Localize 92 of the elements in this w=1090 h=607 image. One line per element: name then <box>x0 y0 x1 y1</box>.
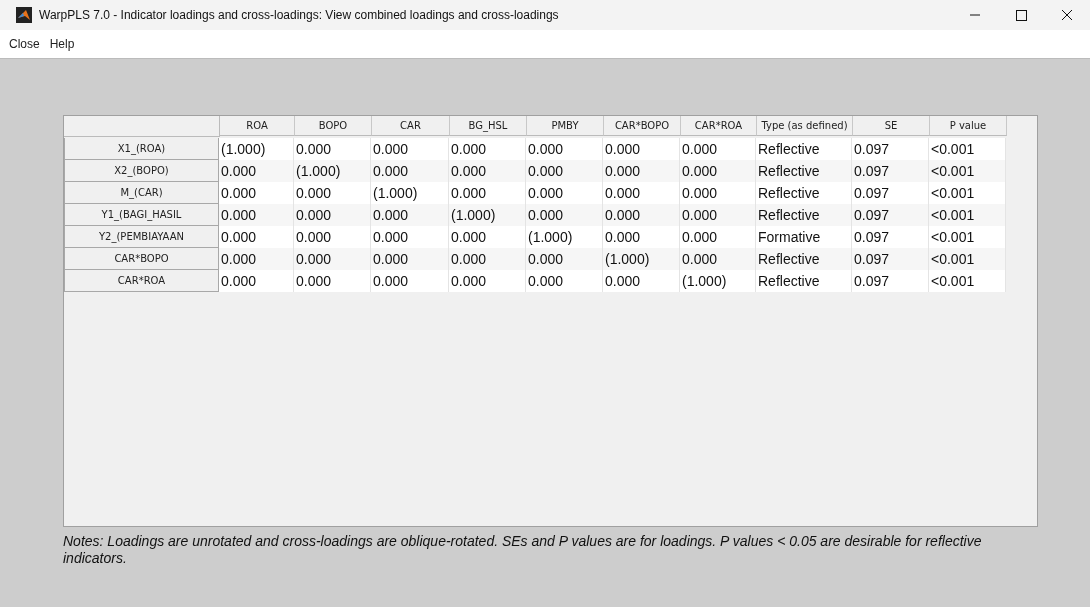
column-header: BOPO <box>295 116 372 136</box>
table-cell: <0.001 <box>929 138 1006 160</box>
table-cell: 0.000 <box>449 160 526 182</box>
row-header: M_(CAR) <box>64 182 219 204</box>
table-cell: <0.001 <box>929 226 1006 248</box>
menu-item[interactable]: Help <box>44 37 80 51</box>
table-cell: <0.001 <box>929 270 1006 292</box>
table-cell: 0.000 <box>371 138 449 160</box>
table-cell: 0.000 <box>449 138 526 160</box>
table-cell: 0.000 <box>680 204 756 226</box>
column-header: PMBY <box>527 116 604 136</box>
table-cell: (1.000) <box>371 182 449 204</box>
column-header: CAR <box>372 116 450 136</box>
table-cell: 0.000 <box>219 248 294 270</box>
window-title: WarpPLS 7.0 - Indicator loadings and cross-loadings: View combined loadings and cross-loadings <box>39 8 560 22</box>
table-cell: 0.097 <box>852 248 929 270</box>
table-cell: 0.000 <box>449 182 526 204</box>
table-cell: 0.000 <box>526 138 603 160</box>
table-cell: Reflective <box>756 248 852 270</box>
table-cell: (1.000) <box>526 226 603 248</box>
row-header: CAR*ROA <box>64 270 219 292</box>
column-header: Type (as defined) <box>757 116 853 136</box>
table-cell: (1.000) <box>219 138 294 160</box>
app-logo-icon <box>16 7 32 23</box>
notes-text: Notes: Loadings are unrotated and cross-loadings are oblique-rotated. SEs and P values are for loadings. P values < 0.05 are desirable for reflective indicators. <box>63 533 983 567</box>
table-cell: 0.000 <box>526 248 603 270</box>
table-cell: (1.000) <box>294 160 371 182</box>
table-cell: 0.000 <box>603 160 680 182</box>
table-cell: 0.097 <box>852 138 929 160</box>
row-header: X2_(BOPO) <box>64 160 219 182</box>
table-cell: 0.000 <box>449 226 526 248</box>
table-cell: (1.000) <box>603 248 680 270</box>
table-cell: 0.000 <box>603 182 680 204</box>
table-cell: 0.000 <box>680 248 756 270</box>
column-header: P value <box>930 116 1007 136</box>
row-header: X1_(ROA) <box>64 138 219 160</box>
table-cell: 0.000 <box>219 182 294 204</box>
table-cell: 0.000 <box>294 138 371 160</box>
table-cell: 0.097 <box>852 270 929 292</box>
table-cell: 0.000 <box>449 248 526 270</box>
table-cell: <0.001 <box>929 182 1006 204</box>
table-cell: 0.000 <box>603 204 680 226</box>
table-cell: 0.000 <box>526 270 603 292</box>
column-header: SE <box>853 116 930 136</box>
table-cell: 0.097 <box>852 182 929 204</box>
column-header: BG_HSL <box>450 116 527 136</box>
table-cell: 0.000 <box>371 248 449 270</box>
table-cell: 0.097 <box>852 160 929 182</box>
table-cell: 0.000 <box>603 138 680 160</box>
table-cell: 0.000 <box>680 138 756 160</box>
table-cell: 0.000 <box>219 160 294 182</box>
table-cell: 0.000 <box>371 160 449 182</box>
table-cell: 0.000 <box>526 160 603 182</box>
table-cell: 0.000 <box>294 248 371 270</box>
table-cell: 0.000 <box>371 204 449 226</box>
table-cell: <0.001 <box>929 160 1006 182</box>
table-cell: (1.000) <box>449 204 526 226</box>
menu-item[interactable]: Close <box>4 37 45 51</box>
table-cell: Reflective <box>756 182 852 204</box>
table-cell: 0.097 <box>852 226 929 248</box>
column-header: CAR*BOPO <box>604 116 681 136</box>
table-cell: (1.000) <box>680 270 756 292</box>
table-cell: 0.000 <box>219 270 294 292</box>
table-cell: <0.001 <box>929 204 1006 226</box>
row-header: Y2_(PEMBIAYAAN <box>64 226 219 248</box>
table-cell: 0.000 <box>294 270 371 292</box>
table-cell: Reflective <box>756 138 852 160</box>
table-cell: 0.000 <box>680 226 756 248</box>
table-cell: 0.000 <box>294 204 371 226</box>
row-header: CAR*BOPO <box>64 248 219 270</box>
table-cell: 0.000 <box>371 226 449 248</box>
table-cell: 0.000 <box>526 204 603 226</box>
row-header: Y1_(BAGI_HASIL <box>64 204 219 226</box>
table-cell: 0.000 <box>603 226 680 248</box>
column-header: CAR*ROA <box>681 116 757 136</box>
table-cell: 0.097 <box>852 204 929 226</box>
table-cell: 0.000 <box>680 182 756 204</box>
table-cell: Reflective <box>756 160 852 182</box>
table-cell: <0.001 <box>929 248 1006 270</box>
table-cell: 0.000 <box>526 182 603 204</box>
table-cell: 0.000 <box>449 270 526 292</box>
table-cell: Reflective <box>756 204 852 226</box>
table-cell: 0.000 <box>294 182 371 204</box>
table-cell: 0.000 <box>371 270 449 292</box>
table-cell: 0.000 <box>680 160 756 182</box>
table-cell: 0.000 <box>294 226 371 248</box>
table-cell: Reflective <box>756 270 852 292</box>
table-cell: 0.000 <box>219 226 294 248</box>
table-cell: 0.000 <box>603 270 680 292</box>
table-cell: Formative <box>756 226 852 248</box>
table-cell: 0.000 <box>219 204 294 226</box>
column-header: ROA <box>220 116 295 136</box>
